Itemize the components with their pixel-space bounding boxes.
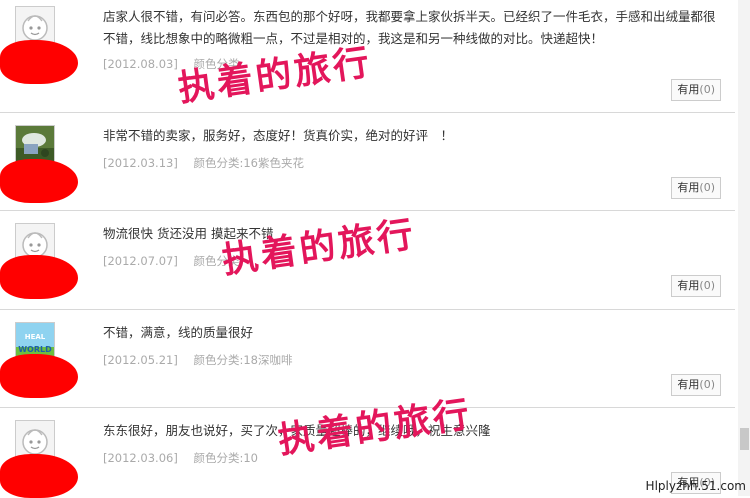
review-text: 非常不错的卖家，服务好，态度好！货真价实，绝对的好评 ！ [103,128,454,143]
review-text: 店家人很不错，有问必答。东西包的那个好呀，我都要拿上家伙拆半天。已经织了一件毛衣… [103,9,716,46]
svg-text:WORLD: WORLD [18,345,52,354]
helpful-count: (0) [699,83,715,96]
review-date: [2012.03.06] [103,451,178,465]
helpful-button[interactable]: 有用(0) [671,374,721,396]
helpful-count: (0) [699,378,715,391]
site-watermark: Hlplyzhh.51.com [645,479,746,493]
helpful-button[interactable]: 有用(0) [671,177,721,199]
review-item: HEAL WORLD 不错，满意，线的质量很好 [2012.05.21] 颜色分类… [0,310,735,408]
review-date: [2012.05.21] [103,353,178,367]
redacted-username [0,255,78,299]
redacted-username [0,454,78,498]
helpful-label: 有用 [677,279,700,292]
redacted-username [0,40,78,84]
review-attribute: 颜色分类:10 [193,451,258,465]
review-meta: [2012.05.21] 颜色分类:18深咖啡 [103,352,293,368]
scrollbar[interactable] [738,0,750,496]
review-attribute: 颜色分类:18深咖啡 [193,353,293,367]
review-meta: [2012.03.13] 颜色分类:16紫色夹花 [103,155,304,171]
review-date: [2012.07.07] [103,254,178,268]
helpful-button[interactable]: 有用(0) [671,275,721,297]
helpful-label: 有用 [677,83,700,96]
svg-text:HEAL: HEAL [25,333,46,341]
review-attribute: 颜色分类:16紫色夹花 [193,156,304,170]
helpful-button[interactable]: 有用(0) [671,79,721,101]
scrollbar-thumb[interactable] [740,428,749,450]
helpful-count: (0) [699,279,715,292]
review-item: 非常不错的卖家，服务好，态度好！货真价实，绝对的好评 ！ [2012.03.13… [0,113,735,211]
helpful-count: (0) [699,181,715,194]
redacted-username [0,354,78,398]
helpful-label: 有用 [677,181,700,194]
review-meta: [2012.03.06] 颜色分类:10 [103,450,258,466]
review-date: [2012.08.03] [103,57,178,71]
review-text: 不错，满意，线的质量很好 [103,325,254,340]
redacted-username [0,159,78,203]
review-date: [2012.03.13] [103,156,178,170]
helpful-label: 有用 [677,378,700,391]
